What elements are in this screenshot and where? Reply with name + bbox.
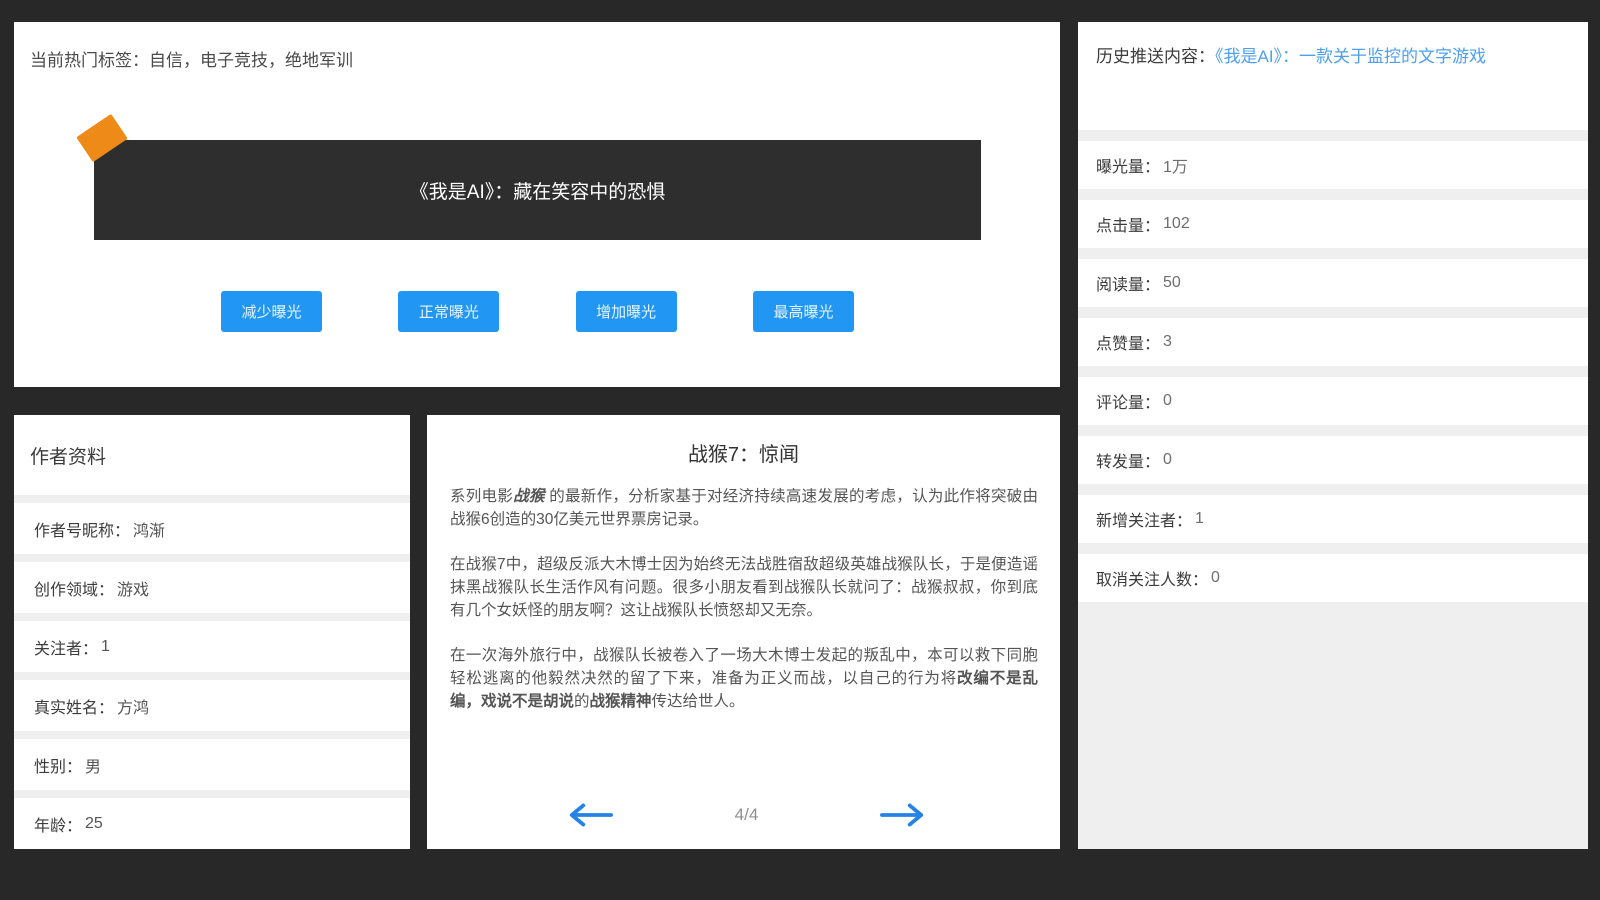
app-root: 当前热门标签：自信，电子竞技，绝地军训 《我是AI》：藏在笑容中的恐惧 减少曝光…: [0, 0, 1600, 900]
field-label: 年龄：: [34, 812, 82, 836]
stat-row: 阅读量：50: [1078, 259, 1588, 307]
author-field-row: 真实姓名：方鸿: [14, 680, 410, 731]
author-field-row: 关注者：1: [14, 621, 410, 672]
increase-exposure-button[interactable]: 增加曝光: [576, 291, 677, 332]
banner-title: 《我是AI》：藏在笑容中的恐惧: [410, 177, 665, 204]
stat-label: 评论量：: [1096, 389, 1160, 413]
stat-value: 1万: [1163, 153, 1188, 177]
exposure-buttons: 减少曝光 正常曝光 增加曝光 最高曝光: [221, 291, 854, 332]
stat-value: 0: [1163, 451, 1172, 469]
stat-value: 0: [1163, 392, 1172, 410]
history-header: 历史推送内容：《我是AI》：一款关于监控的文字游戏: [1078, 22, 1588, 130]
history-content-link[interactable]: 《我是AI》：一款关于监控的文字游戏: [1215, 47, 1486, 66]
stat-value: 3: [1163, 333, 1172, 351]
hot-tags-text: 当前热门标签：自信，电子竞技，绝地军训: [30, 46, 353, 71]
field-value: 25: [85, 815, 103, 833]
author-field-row: 年龄：25: [14, 798, 410, 849]
content-banner: 《我是AI》：藏在笑容中的恐惧: [94, 140, 981, 240]
stat-label: 取消关注人数：: [1096, 566, 1208, 590]
stat-row: 点击量：102: [1078, 200, 1588, 248]
history-label: 历史推送内容：: [1096, 47, 1215, 66]
prev-page-button[interactable]: [567, 802, 613, 828]
page-indicator: 4/4: [735, 805, 759, 825]
reduce-exposure-button[interactable]: 减少曝光: [221, 291, 322, 332]
pagination: 4/4: [567, 797, 926, 833]
text-segment: 在战猴7中，超级反派大木博士因为始终无法战胜宿敌超级英雄战猴队长，于是便造谣抹黑…: [450, 556, 1038, 619]
field-label: 作者号昵称：: [34, 517, 130, 541]
field-value: 1: [101, 638, 110, 656]
author-profile-panel: 作者资料 作者号昵称：鸿渐创作领域：游戏关注者：1真实姓名：方鸿性别：男年龄：2…: [14, 415, 410, 849]
text-segment: 战猴: [513, 488, 545, 505]
stat-row: 点赞量：3: [1078, 318, 1588, 366]
stat-row: 新增关注者：1: [1078, 495, 1588, 543]
stat-row: 评论量：0: [1078, 377, 1588, 425]
field-value: 游戏: [117, 576, 149, 600]
article-body: 系列电影战猴 的最新作，分析家基于对经济持续高速发展的考虑，认为此作将突破由战猴…: [450, 485, 1038, 735]
author-fields: 作者号昵称：鸿渐创作领域：游戏关注者：1真实姓名：方鸿性别：男年龄：25: [14, 503, 410, 849]
stat-value: 102: [1163, 215, 1190, 233]
stat-label: 新增关注者：: [1096, 507, 1192, 531]
field-label: 真实姓名：: [34, 694, 114, 718]
field-label: 性别：: [34, 753, 82, 777]
author-field-row: 创作领域：游戏: [14, 562, 410, 613]
stat-value: 0: [1211, 569, 1220, 587]
orange-tape-icon: [76, 114, 128, 162]
field-value: 方鸿: [117, 694, 149, 718]
recommendation-panel: 当前热门标签：自信，电子竞技，绝地军训 《我是AI》：藏在笑容中的恐惧 减少曝光…: [14, 22, 1060, 387]
stat-value: 50: [1163, 274, 1181, 292]
article-paragraph: 在一次海外旅行中，战猴队长被卷入了一场大木博士发起的叛乱中，本可以救下同胞轻松逃…: [450, 644, 1038, 713]
stat-value: 1: [1195, 510, 1204, 528]
stat-row: 取消关注人数：0: [1078, 554, 1588, 602]
stat-label: 点击量：: [1096, 212, 1160, 236]
stat-rows: 曝光量：1万点击量：102阅读量：50点赞量：3评论量：0转发量：0新增关注者：…: [1078, 141, 1588, 602]
field-value: 男: [85, 753, 101, 777]
text-segment: 系列电影: [450, 488, 513, 505]
normal-exposure-button[interactable]: 正常曝光: [398, 291, 499, 332]
text-segment: 在一次海外旅行中，战猴队长被卷入了一场大木博士发起的叛乱中，本可以救下同胞轻松逃…: [450, 647, 1038, 687]
text-segment: 的: [574, 693, 590, 710]
article-panel: 战猴7：惊闻 系列电影战猴 的最新作，分析家基于对经济持续高速发展的考虑，认为此…: [427, 415, 1060, 849]
stat-label: 阅读量：: [1096, 271, 1160, 295]
author-panel-title: 作者资料: [14, 415, 410, 495]
author-field-row: 性别：男: [14, 739, 410, 790]
author-field-row: 作者号昵称：鸿渐: [14, 503, 410, 554]
article-paragraph: 系列电影战猴 的最新作，分析家基于对经济持续高速发展的考虑，认为此作将突破由战猴…: [450, 485, 1038, 531]
article-title: 战猴7：惊闻: [427, 438, 1060, 467]
article-paragraph: 在战猴7中，超级反派大木博士因为始终无法战胜宿敌超级英雄战猴队长，于是便造谣抹黑…: [450, 553, 1038, 622]
field-label: 创作领域：: [34, 576, 114, 600]
field-label: 关注者：: [34, 635, 98, 659]
stat-row: 曝光量：1万: [1078, 141, 1588, 189]
text-segment: 传达给世人。: [652, 693, 745, 710]
stat-label: 点赞量：: [1096, 330, 1160, 354]
text-segment: 战猴精神: [590, 693, 652, 710]
history-stats-panel: 历史推送内容：《我是AI》：一款关于监控的文字游戏 曝光量：1万点击量：102阅…: [1078, 22, 1588, 849]
next-page-button[interactable]: [880, 802, 926, 828]
stat-label: 转发量：: [1096, 448, 1160, 472]
max-exposure-button[interactable]: 最高曝光: [753, 291, 854, 332]
stat-label: 曝光量：: [1096, 153, 1160, 177]
field-value: 鸿渐: [133, 517, 165, 541]
left-arrow-icon: [567, 802, 613, 828]
stat-row: 转发量：0: [1078, 436, 1588, 484]
right-arrow-icon: [880, 802, 926, 828]
